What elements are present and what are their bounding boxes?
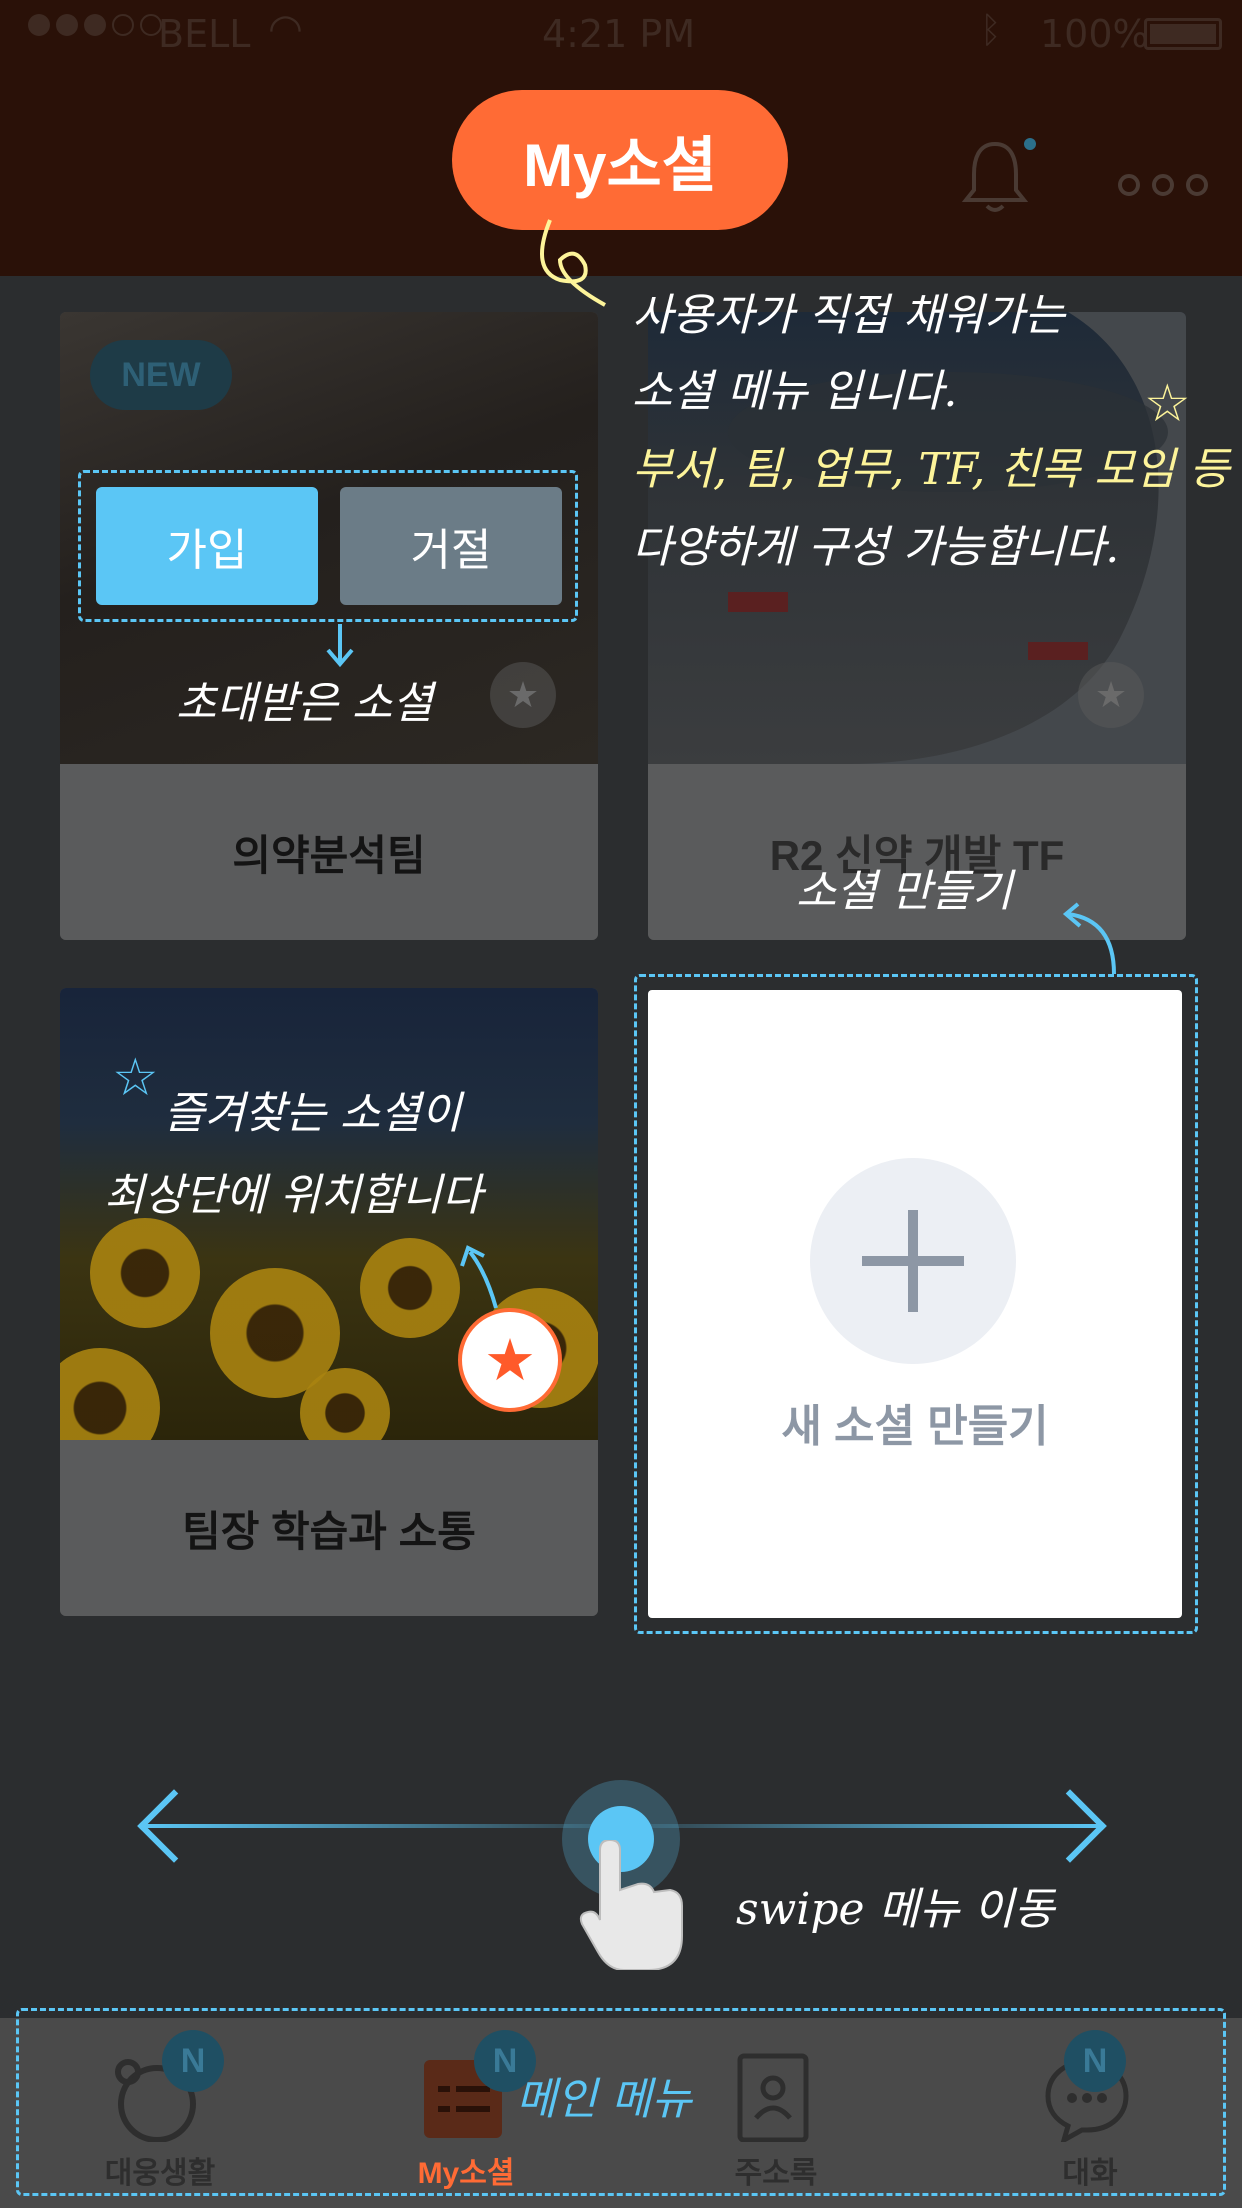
favorite-star-icon[interactable]: ★ <box>458 1308 562 1412</box>
annotation-main-menu: 메인 메뉴 <box>516 2074 692 2125</box>
notification-dot <box>1024 138 1036 150</box>
annotation-intro-1: 사용자가 직접 채워가는 <box>632 290 1065 341</box>
annotation-intro-4: 다양하게 구성 가능합니다. <box>632 522 1120 573</box>
battery-icon <box>1144 18 1222 50</box>
annotation-swipe: swipe 메뉴 이동 <box>736 1884 1055 1935</box>
annotation-intro-3: 부서, 팀, 업무, TF, 친목 모임 등 <box>632 444 1230 495</box>
status-time: 4:21 PM <box>542 12 696 56</box>
social-card-title: 팀장 학습과 소통 <box>60 1440 598 1616</box>
reject-button[interactable]: 거절 <box>340 487 562 605</box>
status-bar: BELL ◠ 4:21 PM ᛒ 100% <box>0 0 1242 66</box>
arrow-right-icon <box>1033 1789 1107 1863</box>
annotation-create-box <box>634 974 1198 1634</box>
new-badge: NEW <box>90 340 232 410</box>
arrow-down-icon <box>326 624 354 668</box>
annotation-favorite-2: 최상단에 위치합니다 <box>104 1170 483 1221</box>
arrow-curve-icon <box>1062 902 1116 975</box>
battery-percent: 100% <box>1040 12 1149 56</box>
bluetooth-icon: ᛒ <box>980 10 1002 51</box>
arrow-left-icon <box>137 1789 211 1863</box>
wifi-icon: ◠ <box>268 6 303 52</box>
page-title: My소셜 <box>452 90 788 230</box>
annotation-create: 소셜 만들기 <box>796 866 1013 917</box>
social-card-title: 의약분석팀 <box>60 764 598 940</box>
annotation-favorite-1: 즐겨찾는 소셜이 <box>164 1088 462 1139</box>
annotation-star-icon: ☆ <box>1144 374 1191 434</box>
star-icon[interactable]: ★ <box>1078 662 1144 728</box>
carrier-label: BELL <box>158 12 251 56</box>
arrow-up-icon <box>460 1245 498 1309</box>
more-dots-icon[interactable] <box>1118 174 1208 196</box>
signal-icon <box>28 14 162 36</box>
annotation-intro-2: 소셜 메뉴 입니다. <box>632 366 958 417</box>
annotation-star-icon: ☆ <box>112 1048 159 1108</box>
annotation-squiggle <box>540 219 606 307</box>
join-button[interactable]: 가입 <box>96 487 318 605</box>
star-icon[interactable]: ★ <box>490 662 556 728</box>
pointing-hand-icon <box>579 1840 683 1970</box>
annotation-invited: 초대받은 소셜 <box>176 678 433 729</box>
bell-icon[interactable] <box>960 136 1030 216</box>
